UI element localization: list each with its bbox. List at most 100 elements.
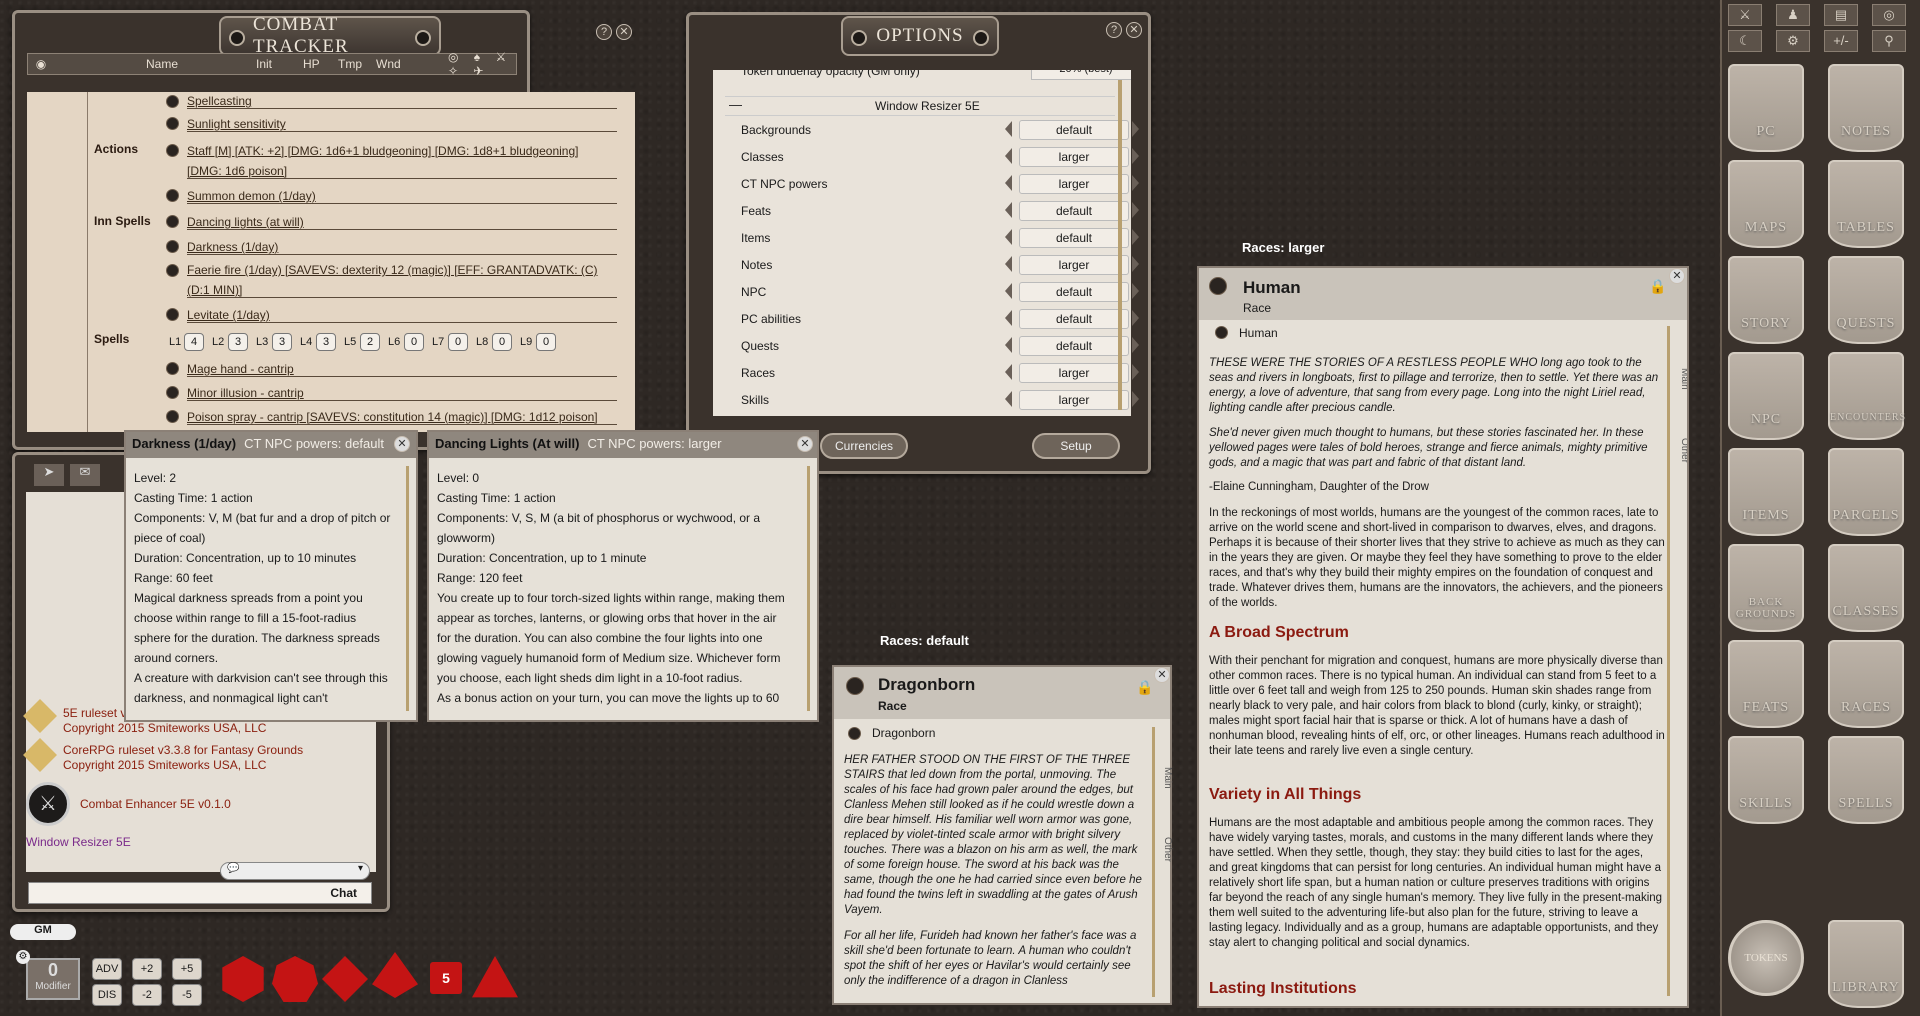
visibility-icon[interactable]: ◉ — [28, 57, 54, 71]
option-row[interactable]: Feats default — [727, 198, 1139, 224]
sidebar-story[interactable]: STORY — [1728, 256, 1804, 344]
modifier-box[interactable]: 0 Modifier — [26, 958, 80, 1000]
ct-power-row[interactable]: Dancing lights (at will) — [187, 215, 617, 230]
ct-power-row[interactable]: Darkness (1/day) — [187, 240, 617, 255]
modifier-minus2[interactable]: -2 — [132, 984, 162, 1006]
option-row[interactable]: Notes larger — [727, 252, 1139, 278]
sidebar-parcels[interactable]: PARCELS — [1828, 448, 1904, 536]
ct-power-row[interactable]: Poison spray - cantrip [SAVEVS: constitu… — [187, 410, 617, 425]
sidebar-quests[interactable]: QUESTS — [1828, 256, 1904, 344]
option-row[interactable]: Quests default — [727, 333, 1139, 359]
calendar-icon[interactable]: ▤ — [1824, 4, 1858, 26]
modifier-adv[interactable]: ADV — [92, 958, 122, 980]
language-select[interactable]: 💬 ▾ — [220, 862, 370, 880]
d4-icon[interactable] — [472, 956, 518, 998]
popup-header[interactable]: Darkness (1/day) CT NPC powers: default — [126, 432, 416, 458]
effects-icon[interactable]: ◎ — [1872, 4, 1906, 26]
sidebar-feats[interactable]: FEATS — [1728, 640, 1804, 728]
col-wnd[interactable]: Wnd — [376, 57, 401, 71]
moon-icon[interactable]: ☾ — [1728, 30, 1762, 52]
option-row[interactable]: NPC default — [727, 279, 1139, 305]
modifier-plus2[interactable]: +2 — [132, 958, 162, 980]
close-icon[interactable]: ✕ — [1154, 667, 1170, 683]
help-icon[interactable]: ? — [596, 24, 612, 40]
lock-icon[interactable]: 🔒 — [1649, 278, 1666, 295]
ct-power-row[interactable]: Summon demon (1/day) — [187, 189, 617, 204]
col-tmp[interactable]: Tmp — [338, 57, 362, 71]
option-partial-value[interactable]: 20% (best) — [1031, 70, 1131, 80]
col-name[interactable]: Name — [146, 57, 178, 71]
sidebar-skills[interactable]: SKILLS — [1728, 736, 1804, 824]
record-link-icon[interactable] — [1209, 277, 1227, 295]
chat-input[interactable]: Chat — [28, 882, 372, 904]
sidebar-npc[interactable]: NPC — [1728, 352, 1804, 440]
sidebar-races[interactable]: RACES — [1828, 640, 1904, 728]
sidebar-encounters[interactable]: ENCOUNTERS — [1828, 352, 1905, 440]
record-link[interactable]: Dragonborn — [872, 726, 935, 740]
speak-icon[interactable]: ➤ — [34, 464, 64, 486]
record-link-icon[interactable] — [848, 727, 861, 740]
close-icon[interactable]: ✕ — [394, 436, 410, 452]
tab-main[interactable]: Main — [1162, 767, 1173, 789]
settings-icon[interactable]: ⚙ — [16, 950, 30, 964]
ct-power-row[interactable]: Spellcasting — [187, 94, 617, 109]
ct-power-row[interactable]: Sunlight sensitivity — [187, 117, 617, 132]
option-row[interactable]: PC abilities default — [727, 306, 1139, 332]
ct-power-row[interactable]: Mage hand - cantrip — [187, 362, 617, 377]
help-icon[interactable]: ? — [1106, 22, 1122, 38]
d6-icon[interactable]: 5 — [430, 962, 462, 994]
option-row[interactable]: Backgrounds default — [727, 117, 1139, 143]
d8-icon[interactable] — [372, 952, 418, 998]
sidebar-pc[interactable]: PC — [1728, 64, 1804, 152]
slot-box[interactable]: 4 — [184, 333, 204, 351]
col-hp[interactable]: HP — [303, 57, 320, 71]
sidebar-library[interactable]: LIBRARY — [1828, 920, 1904, 1008]
modifiers-icon[interactable]: +/- — [1824, 30, 1858, 52]
option-row[interactable]: CT NPC powers larger — [727, 171, 1139, 197]
ct-power-row-cont[interactable]: [DMG: 1d6 poison] — [187, 164, 617, 179]
sidebar-classes[interactable]: CLASSES — [1828, 544, 1904, 632]
slot-box[interactable]: 0 — [404, 333, 424, 351]
lock-icon[interactable]: 🔒 — [1136, 679, 1153, 696]
modifier-dis[interactable]: DIS — [92, 984, 122, 1006]
record-scrollbar[interactable] — [1667, 326, 1670, 996]
sidebar-items[interactable]: ITEMS — [1728, 448, 1804, 536]
close-icon[interactable]: ✕ — [797, 436, 813, 452]
option-section-header[interactable]: — Window Resizer 5E — [725, 96, 1115, 116]
ct-power-row[interactable]: Minor illusion - cantrip — [187, 386, 617, 401]
sidebar-backgrounds[interactable]: BACK GROUNDS — [1728, 544, 1804, 632]
slot-box[interactable]: 3 — [316, 333, 336, 351]
options-icon[interactable]: ⚙ — [1776, 30, 1810, 52]
ct-power-row[interactable]: Faerie fire (1/day) [SAVEVS: dexterity 1… — [187, 263, 617, 277]
currencies-button[interactable]: Currencies — [820, 433, 908, 459]
slot-box[interactable]: 0 — [448, 333, 468, 351]
slot-box[interactable]: 2 — [360, 333, 380, 351]
party-icon[interactable]: ♟ — [1776, 4, 1810, 26]
combat-icon[interactable]: ⚔ — [1728, 4, 1762, 26]
option-row[interactable]: Races larger — [727, 360, 1139, 386]
light-icon[interactable]: ⚲ — [1872, 30, 1906, 52]
record-scrollbar[interactable] — [1152, 727, 1155, 997]
d10-icon[interactable] — [322, 956, 368, 1002]
d12-icon[interactable] — [272, 956, 318, 1002]
modifier-plus5[interactable]: +5 — [172, 958, 202, 980]
tab-other[interactable]: Other — [1162, 837, 1173, 862]
sidebar-notes[interactable]: NOTES — [1828, 64, 1904, 152]
mail-icon[interactable]: ✉ — [70, 464, 100, 486]
record-link-icon[interactable] — [1215, 326, 1228, 339]
sidebar-tables[interactable]: TABLES — [1828, 160, 1904, 248]
ct-filter-icons[interactable]: ◎ ♠ ⚔ ✧ ✈ — [448, 50, 516, 78]
col-init[interactable]: Init — [256, 57, 272, 71]
close-icon[interactable]: ✕ — [616, 24, 632, 40]
sidebar-spells[interactable]: SPELLS — [1828, 736, 1904, 824]
close-icon[interactable]: ✕ — [1669, 268, 1685, 284]
options-scrollbar[interactable] — [1118, 80, 1122, 410]
slot-box[interactable]: 0 — [536, 333, 556, 351]
ct-power-row[interactable]: Levitate (1/day) — [187, 308, 617, 323]
tab-main[interactable]: Main — [1679, 368, 1687, 390]
popup-scrollbar[interactable] — [406, 466, 409, 711]
record-link[interactable]: Human — [1239, 326, 1278, 340]
sidebar-tokens[interactable]: TOKENS — [1728, 920, 1804, 996]
close-icon[interactable]: ✕ — [1126, 22, 1142, 38]
slot-box[interactable]: 3 — [272, 333, 292, 351]
